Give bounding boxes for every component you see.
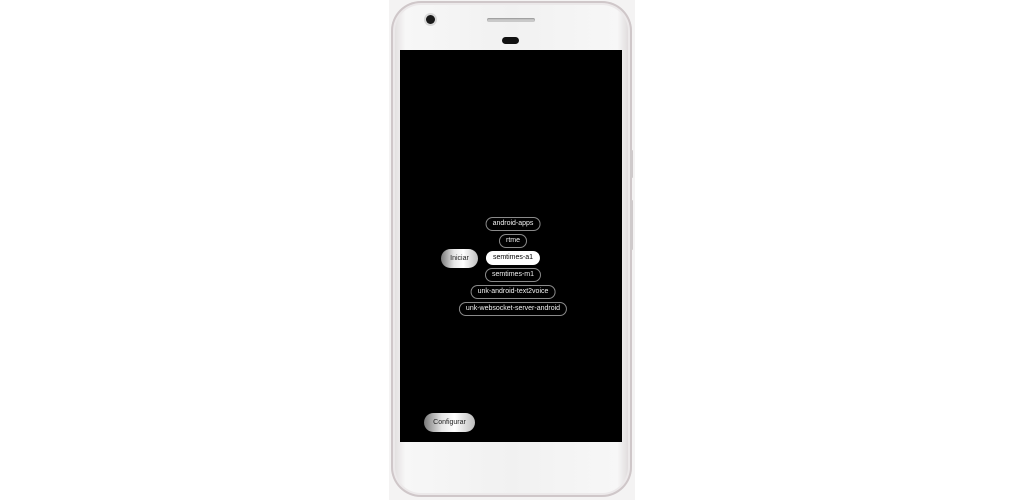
list-item[interactable]: unk-websocket-server-android (458, 302, 568, 316)
front-camera-icon (426, 15, 435, 24)
configure-button[interactable]: Configurar (424, 413, 475, 432)
list-item-selected[interactable]: semtimes-a1 (485, 251, 541, 265)
list-item[interactable]: android-apps (485, 217, 541, 231)
app-screen: android-apps rtme semtimes-a1 semtimes-m… (400, 50, 622, 442)
list-item[interactable]: unk-android-text2voice (470, 285, 556, 299)
start-button[interactable]: Iniciar (441, 249, 478, 268)
list-item[interactable]: semtimes-m1 (484, 268, 542, 282)
device-preview: android-apps rtme semtimes-a1 semtimes-m… (0, 0, 1024, 500)
volume-button (630, 200, 633, 250)
list-item[interactable]: rtme (499, 234, 527, 248)
proximity-sensor (502, 37, 519, 44)
earpiece-speaker (487, 18, 535, 22)
power-button (630, 150, 633, 178)
